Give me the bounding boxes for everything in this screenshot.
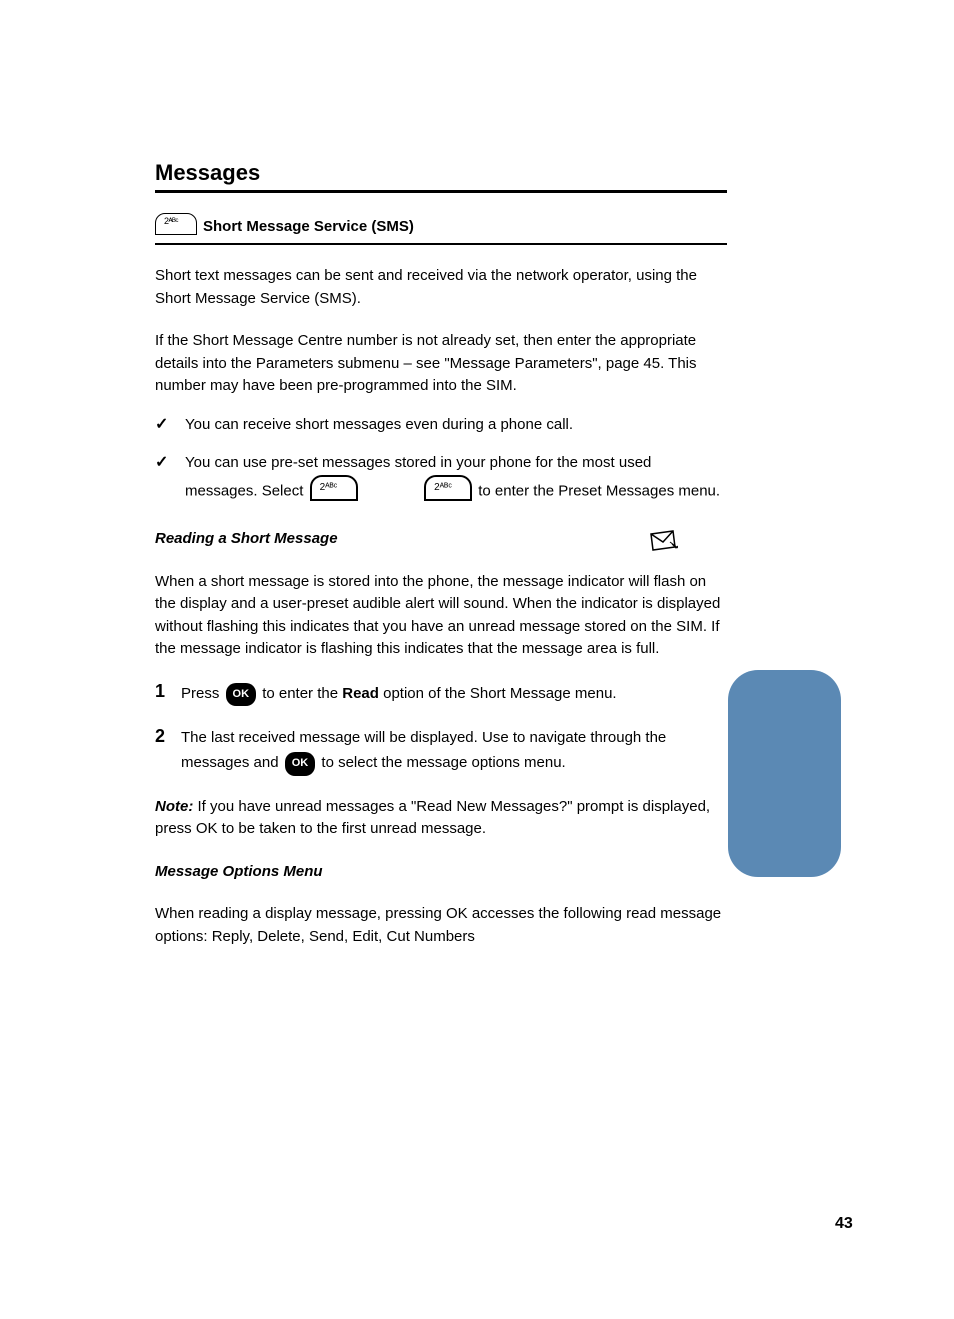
- note-paragraph: Note: If you have unread messages a "Rea…: [155, 796, 727, 841]
- step-number: 2: [155, 726, 181, 776]
- key-2abc-icon: [155, 213, 197, 239]
- step-1-body: Press OK to enter the Read option of the…: [181, 681, 727, 707]
- menu-options-body: When reading a display message, pressing…: [155, 903, 727, 948]
- note-body: If you have unread messages a "Read New …: [155, 798, 710, 838]
- sidebar-graphic: [728, 670, 841, 877]
- subheading-rule: [155, 243, 727, 245]
- step-number: 1: [155, 681, 181, 707]
- ok-button-icon: OK: [285, 753, 316, 770]
- section-heading: Messages: [155, 160, 727, 193]
- menu-options-heading: Message Options Menu: [155, 863, 323, 880]
- envelope-icon: [648, 528, 678, 554]
- bullet-item-1: ✓ You can receive short messages even du…: [155, 414, 727, 437]
- step-1-bold: Read: [342, 684, 379, 701]
- step-1-prefix: Press: [181, 684, 219, 701]
- reading-heading: Reading a Short Message: [155, 528, 727, 551]
- page-number: 43: [835, 1215, 853, 1233]
- check-icon: ✓: [155, 414, 185, 437]
- key-2abc-icon: [310, 488, 358, 505]
- subheading-text: Short Message Service (SMS): [203, 218, 414, 235]
- step-1: 1 Press OK to enter the Read option of t…: [155, 681, 727, 707]
- key-2abc-icon: [424, 488, 472, 505]
- check-icon: ✓: [155, 452, 185, 508]
- bullet-1-text: You can receive short messages even duri…: [185, 414, 727, 437]
- step-1-suffix: to enter the: [262, 684, 342, 701]
- ok-button-icon: OK: [226, 684, 257, 701]
- heading-text: Messages: [155, 160, 260, 185]
- heading-rule: [155, 190, 727, 193]
- step-2-a: The last received message will be displa…: [181, 729, 513, 746]
- reading-prefix: When a short message is stored into the …: [155, 573, 624, 590]
- intro-paragraph-2: If the Short Message Centre number is no…: [155, 330, 727, 398]
- step-2-body: The last received message will be displa…: [181, 726, 727, 776]
- step-2: 2 The last received message will be disp…: [155, 726, 727, 776]
- step-1-tail: option of the Short Message menu.: [383, 684, 616, 701]
- reading-heading-text: Reading a Short Message: [155, 530, 338, 547]
- step-2-c: to select the message options menu.: [321, 754, 565, 771]
- intro-paragraph-1: Short text messages can be sent and rece…: [155, 265, 727, 310]
- bullet-2-body: You can use pre-set messages stored in y…: [185, 452, 727, 508]
- reading-paragraph: When a short message is stored into the …: [155, 571, 727, 661]
- bullet-2-mid: to enter the Preset Messages menu.: [478, 482, 720, 499]
- subsection-heading: Short Message Service (SMS): [155, 213, 727, 239]
- note-heading: Note:: [155, 798, 193, 815]
- bullet-item-2: ✓ You can use pre-set messages stored in…: [155, 452, 727, 508]
- menu-heading-row: Message Options Menu: [155, 861, 727, 884]
